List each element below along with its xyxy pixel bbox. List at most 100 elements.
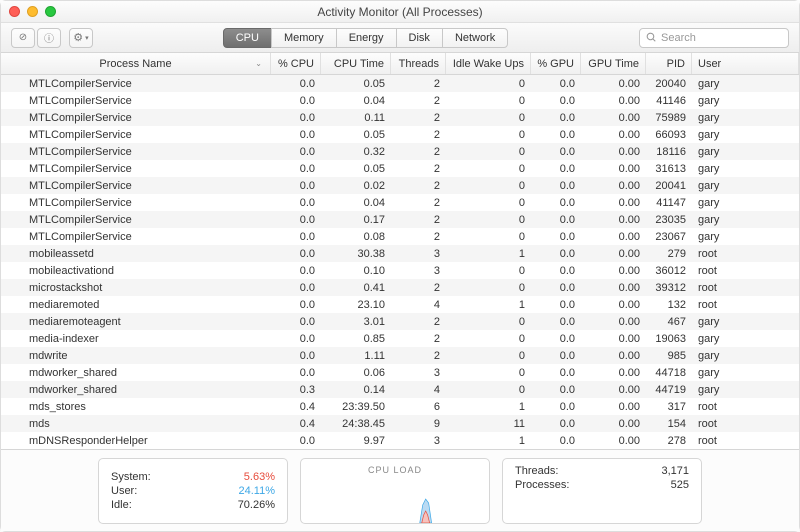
cell-user: root bbox=[692, 435, 799, 447]
table-row[interactable]: MTLCompilerService0.00.02200.00.0020041g… bbox=[1, 177, 799, 194]
cell-gpu: 0.0 bbox=[531, 333, 581, 345]
table-row[interactable]: mdwrite0.01.11200.00.00985gary bbox=[1, 347, 799, 364]
user-label: User: bbox=[111, 485, 137, 497]
table-row[interactable]: MTLCompilerService0.00.32200.00.0018116g… bbox=[1, 143, 799, 160]
cell-threads: 2 bbox=[391, 350, 446, 362]
cell-cpu: 0.0 bbox=[271, 299, 321, 311]
tab-cpu[interactable]: CPU bbox=[223, 28, 272, 48]
cell-idle: 1 bbox=[446, 435, 531, 447]
cell-cpu: 0.0 bbox=[271, 197, 321, 209]
stop-button[interactable]: ⊘ bbox=[11, 28, 35, 48]
table-row[interactable]: MTLCompilerService0.00.17200.00.0023035g… bbox=[1, 211, 799, 228]
idle-value: 70.26% bbox=[238, 499, 275, 511]
cell-pid: 23035 bbox=[646, 214, 692, 226]
info-button[interactable]: ⓘ bbox=[37, 28, 61, 48]
cell-gputime: 0.00 bbox=[581, 231, 646, 243]
cell-user: gary bbox=[692, 333, 799, 345]
cell-user: root bbox=[692, 299, 799, 311]
cell-idle: 1 bbox=[446, 248, 531, 260]
cell-threads: 2 bbox=[391, 163, 446, 175]
cell-gputime: 0.00 bbox=[581, 129, 646, 141]
cell-user: root bbox=[692, 418, 799, 430]
cell-pid: 154 bbox=[646, 418, 692, 430]
table-row[interactable]: MTLCompilerService0.00.04200.00.0041146g… bbox=[1, 92, 799, 109]
cell-pid: 31613 bbox=[646, 163, 692, 175]
cell-name: MTLCompilerService bbox=[1, 197, 271, 209]
column-header-cpu[interactable]: % CPU bbox=[271, 53, 321, 74]
table-row[interactable]: MTLCompilerService0.00.05200.00.0020040g… bbox=[1, 75, 799, 92]
column-header-user[interactable]: User bbox=[692, 53, 799, 74]
table-row[interactable]: mdworker_shared0.30.14400.00.0044719gary bbox=[1, 381, 799, 398]
column-header-name[interactable]: Process Name⌄ bbox=[1, 53, 271, 74]
close-icon[interactable] bbox=[9, 6, 20, 17]
table-row[interactable]: mdworker_shared0.00.06300.00.0044718gary bbox=[1, 364, 799, 381]
table-row[interactable]: mobileassetd0.030.38310.00.00279root bbox=[1, 245, 799, 262]
cell-name: MTLCompilerService bbox=[1, 112, 271, 124]
cell-idle: 0 bbox=[446, 112, 531, 124]
cell-cpu: 0.0 bbox=[271, 333, 321, 345]
cell-cpu: 0.0 bbox=[271, 78, 321, 90]
cell-cpu: 0.3 bbox=[271, 384, 321, 396]
cell-time: 1.11 bbox=[321, 350, 391, 362]
table-row[interactable]: MTLCompilerService0.00.11200.00.0075989g… bbox=[1, 109, 799, 126]
cell-cpu: 0.4 bbox=[271, 418, 321, 430]
cell-cpu: 0.0 bbox=[271, 435, 321, 447]
tab-memory[interactable]: Memory bbox=[271, 28, 337, 48]
process-table-body[interactable]: MTLCompilerService0.00.05200.00.0020040g… bbox=[1, 75, 799, 449]
cell-cpu: 0.0 bbox=[271, 180, 321, 192]
cell-idle: 0 bbox=[446, 146, 531, 158]
search-input[interactable]: Search bbox=[639, 28, 789, 48]
table-row[interactable]: MTLCompilerService0.00.05200.00.0066093g… bbox=[1, 126, 799, 143]
cell-time: 0.05 bbox=[321, 78, 391, 90]
cell-gpu: 0.0 bbox=[531, 231, 581, 243]
tab-disk[interactable]: Disk bbox=[396, 28, 443, 48]
cell-gpu: 0.0 bbox=[531, 401, 581, 413]
table-row[interactable]: media-indexer0.00.85200.00.0019063gary bbox=[1, 330, 799, 347]
table-row[interactable]: MTLCompilerService0.00.08200.00.0023067g… bbox=[1, 228, 799, 245]
maximize-icon[interactable] bbox=[45, 6, 56, 17]
column-header-idle[interactable]: Idle Wake Ups bbox=[446, 53, 531, 74]
info-icon: ⓘ bbox=[44, 30, 54, 45]
cell-gpu: 0.0 bbox=[531, 129, 581, 141]
cell-user: gary bbox=[692, 214, 799, 226]
table-row[interactable]: mediaremoted0.023.10410.00.00132root bbox=[1, 296, 799, 313]
cell-gputime: 0.00 bbox=[581, 384, 646, 396]
table-row[interactable]: mediaremoteagent0.03.01200.00.00467gary bbox=[1, 313, 799, 330]
cell-threads: 3 bbox=[391, 435, 446, 447]
column-header-threads[interactable]: Threads bbox=[391, 53, 446, 74]
cell-cpu: 0.0 bbox=[271, 282, 321, 294]
cell-threads: 4 bbox=[391, 299, 446, 311]
cell-threads: 3 bbox=[391, 248, 446, 260]
window-title: Activity Monitor (All Processes) bbox=[317, 5, 482, 19]
column-header-gpu[interactable]: % GPU bbox=[531, 53, 581, 74]
column-header-cputime[interactable]: CPU Time bbox=[321, 53, 391, 74]
column-header-gputime[interactable]: GPU Time bbox=[581, 53, 646, 74]
tab-energy[interactable]: Energy bbox=[336, 28, 397, 48]
table-row[interactable]: mDNSResponderHelper0.09.97310.00.00278ro… bbox=[1, 432, 799, 449]
cell-name: mediaremoteagent bbox=[1, 316, 271, 328]
cell-name: mobileassetd bbox=[1, 248, 271, 260]
cell-gpu: 0.0 bbox=[531, 78, 581, 90]
minimize-icon[interactable] bbox=[27, 6, 38, 17]
column-header-pid[interactable]: PID bbox=[646, 53, 692, 74]
table-row[interactable]: MTLCompilerService0.00.05200.00.0031613g… bbox=[1, 160, 799, 177]
processes-label: Processes: bbox=[515, 479, 569, 491]
cell-threads: 2 bbox=[391, 197, 446, 209]
cpu-load-panel: CPU LOAD bbox=[300, 458, 490, 524]
table-row[interactable]: mobileactivationd0.00.10300.00.0036012ro… bbox=[1, 262, 799, 279]
table-row[interactable]: microstackshot0.00.41200.00.0039312root bbox=[1, 279, 799, 296]
tab-network[interactable]: Network bbox=[442, 28, 508, 48]
table-row[interactable]: mds_stores0.423:39.50610.00.00317root bbox=[1, 398, 799, 415]
table-row[interactable]: MTLCompilerService0.00.04200.00.0041147g… bbox=[1, 194, 799, 211]
table-row[interactable]: mds0.424:38.459110.00.00154root bbox=[1, 415, 799, 432]
cell-time: 30.38 bbox=[321, 248, 391, 260]
sort-indicator-icon: ⌄ bbox=[255, 59, 262, 68]
cell-name: MTLCompilerService bbox=[1, 129, 271, 141]
cell-gputime: 0.00 bbox=[581, 350, 646, 362]
settings-button[interactable]: ⚙▾ bbox=[69, 28, 93, 48]
cell-pid: 41146 bbox=[646, 95, 692, 107]
cell-pid: 75989 bbox=[646, 112, 692, 124]
cell-gputime: 0.00 bbox=[581, 95, 646, 107]
cell-cpu: 0.0 bbox=[271, 265, 321, 277]
cell-pid: 36012 bbox=[646, 265, 692, 277]
